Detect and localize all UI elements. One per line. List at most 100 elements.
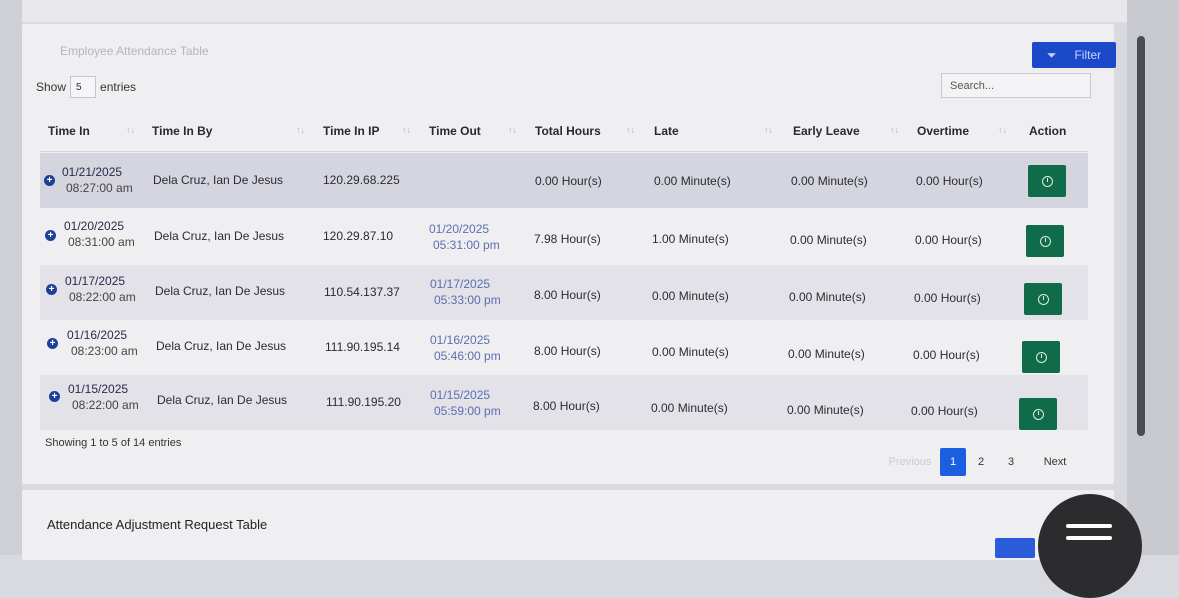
sort-icon[interactable]: ↑↓ xyxy=(626,125,635,135)
sort-icon[interactable]: ↑↓ xyxy=(764,125,773,135)
early-leave-cell: 0.00 Minute(s) xyxy=(790,233,867,247)
sort-icon[interactable]: ↑↓ xyxy=(998,125,1007,135)
time-in-cell: 01/15/2025 08:22:00 am xyxy=(68,382,139,412)
time-in-cell: 01/21/2025 08:27:00 am xyxy=(62,165,133,195)
early-leave-cell: 0.00 Minute(s) xyxy=(791,174,868,188)
table-header: Time In ↑↓ Time In By ↑↓ Time In IP ↑↓ T… xyxy=(40,113,1088,152)
overtime-cell: 0.00 Hour(s) xyxy=(911,404,978,418)
showing-entries-text: Showing 1 to 5 of 14 entries xyxy=(45,437,182,449)
action-button[interactable] xyxy=(1022,341,1060,373)
action-button[interactable] xyxy=(1024,283,1062,315)
table-row: + 01/21/2025 08:27:00 am Dela Cruz, Ian … xyxy=(40,153,1088,208)
time-in-cell: 01/17/2025 08:22:00 am xyxy=(65,274,136,304)
total-hours-cell: 8.00 Hour(s) xyxy=(534,288,601,302)
header-time-in[interactable]: Time In xyxy=(48,124,90,138)
time-in-cell: 01/16/2025 08:23:00 am xyxy=(67,328,138,358)
page-3-button[interactable]: 3 xyxy=(996,448,1026,476)
pagination: Previous 1 2 3 Next xyxy=(880,448,1080,476)
filter-label: Filter xyxy=(1074,48,1102,62)
header-overtime[interactable]: Overtime xyxy=(917,124,969,138)
adjustment-table-title: Attendance Adjustment Request Table xyxy=(47,517,268,532)
time-in-ip-cell: 120.29.87.10 xyxy=(323,229,394,243)
late-cell: 1.00 Minute(s) xyxy=(652,232,729,246)
clock-icon xyxy=(1035,351,1047,363)
chat-icon[interactable] xyxy=(1038,494,1142,598)
table-row: + 01/15/2025 08:22:00 am Dela Cruz, Ian … xyxy=(40,375,1088,430)
total-hours-cell: 8.00 Hour(s) xyxy=(533,399,600,413)
time-in-ip-cell: 111.90.195.14 xyxy=(325,340,400,354)
overtime-cell: 0.00 Hour(s) xyxy=(914,291,981,305)
late-cell: 0.00 Minute(s) xyxy=(652,289,729,303)
early-leave-cell: 0.00 Minute(s) xyxy=(788,347,865,361)
clock-icon xyxy=(1032,408,1044,420)
previous-page-button[interactable]: Previous xyxy=(880,448,940,476)
page-1-button[interactable]: 1 xyxy=(940,448,966,476)
expand-row-icon[interactable]: + xyxy=(46,284,57,295)
expand-row-icon[interactable]: + xyxy=(44,175,55,186)
sort-icon[interactable]: ↑↓ xyxy=(402,125,411,135)
sort-icon[interactable]: ↑↓ xyxy=(296,125,305,135)
early-leave-cell: 0.00 Minute(s) xyxy=(789,290,866,304)
total-hours-cell: 8.00 Hour(s) xyxy=(534,344,601,358)
late-cell: 0.00 Minute(s) xyxy=(651,401,728,415)
header-time-out[interactable]: Time Out xyxy=(429,124,481,138)
action-button[interactable] xyxy=(1019,398,1057,430)
overtime-cell: 0.00 Hour(s) xyxy=(913,348,980,362)
time-in-by-cell: Dela Cruz, Ian De Jesus xyxy=(154,229,285,243)
time-in-ip-cell: 110.54.137.37 xyxy=(324,285,400,299)
action-button[interactable] xyxy=(1028,165,1066,197)
header-time-in-ip[interactable]: Time In IP xyxy=(323,124,379,138)
header-time-in-by[interactable]: Time In By xyxy=(152,124,212,138)
time-in-ip-cell: 111.90.195.20 xyxy=(326,395,401,409)
expand-row-icon[interactable]: + xyxy=(47,338,58,349)
clock-icon xyxy=(1039,235,1051,247)
table-row: + 01/17/2025 08:22:00 am Dela Cruz, Ian … xyxy=(40,265,1088,320)
left-frame xyxy=(0,0,22,555)
time-out-cell: 01/15/2025 05:59:00 pm xyxy=(430,388,501,418)
overtime-cell: 0.00 Hour(s) xyxy=(915,233,982,247)
sort-icon[interactable]: ↑↓ xyxy=(126,125,135,135)
search-input[interactable] xyxy=(941,73,1091,98)
time-in-by-cell: Dela Cruz, Ian De Jesus xyxy=(156,339,287,353)
total-hours-cell: 0.00 Hour(s) xyxy=(535,174,602,188)
scrollbar[interactable] xyxy=(1137,36,1145,436)
early-leave-cell: 0.00 Minute(s) xyxy=(787,403,864,417)
time-in-cell: 01/20/2025 08:31:00 am xyxy=(64,219,135,249)
window-top-bar xyxy=(0,0,1179,22)
adjustment-filter-button[interactable] xyxy=(995,538,1035,558)
expand-row-icon[interactable]: + xyxy=(49,391,60,402)
header-total-hours[interactable]: Total Hours xyxy=(535,124,601,138)
time-in-by-cell: Dela Cruz, Ian De Jesus xyxy=(157,393,288,407)
entries-label: entries xyxy=(100,80,137,94)
header-late[interactable]: Late xyxy=(654,124,679,138)
time-in-by-cell: Dela Cruz, Ian De Jesus xyxy=(153,173,284,187)
table-row: + 01/20/2025 08:31:00 am Dela Cruz, Ian … xyxy=(40,210,1088,265)
late-cell: 0.00 Minute(s) xyxy=(654,174,731,188)
next-page-button[interactable]: Next xyxy=(1030,448,1080,476)
show-entries: Show 5 entries xyxy=(36,76,136,98)
overtime-cell: 0.00 Hour(s) xyxy=(916,174,983,188)
table-row: + 01/16/2025 08:23:00 am Dela Cruz, Ian … xyxy=(40,320,1088,375)
show-label: Show xyxy=(36,80,67,94)
time-out-cell: 01/16/2025 05:46:00 pm xyxy=(430,333,501,363)
sort-icon[interactable]: ↑↓ xyxy=(508,125,517,135)
page-2-button[interactable]: 2 xyxy=(966,448,996,476)
time-out-cell: 01/20/2025 05:31:00 pm xyxy=(429,222,500,252)
expand-row-icon[interactable]: + xyxy=(45,230,56,241)
card-title: Employee Attendance Table xyxy=(60,44,209,58)
time-out-cell: 01/17/2025 05:33:00 pm xyxy=(430,277,501,307)
total-hours-cell: 7.98 Hour(s) xyxy=(534,232,601,246)
sort-icon[interactable]: ↑↓ xyxy=(890,125,899,135)
filter-icon: ⏷ xyxy=(1046,47,1057,62)
header-action: Action xyxy=(1029,124,1067,138)
filter-button[interactable]: ⏷ Filter xyxy=(1032,42,1116,68)
action-button[interactable] xyxy=(1026,225,1064,257)
late-cell: 0.00 Minute(s) xyxy=(652,345,729,359)
right-frame xyxy=(1127,0,1179,555)
clock-icon xyxy=(1037,293,1049,305)
clock-icon xyxy=(1041,175,1053,187)
time-in-by-cell: Dela Cruz, Ian De Jesus xyxy=(155,284,286,298)
header-early-leave[interactable]: Early Leave xyxy=(793,124,860,138)
time-in-ip-cell: 120.29.68.225 xyxy=(323,173,400,187)
entries-select[interactable]: 5 xyxy=(70,76,97,98)
